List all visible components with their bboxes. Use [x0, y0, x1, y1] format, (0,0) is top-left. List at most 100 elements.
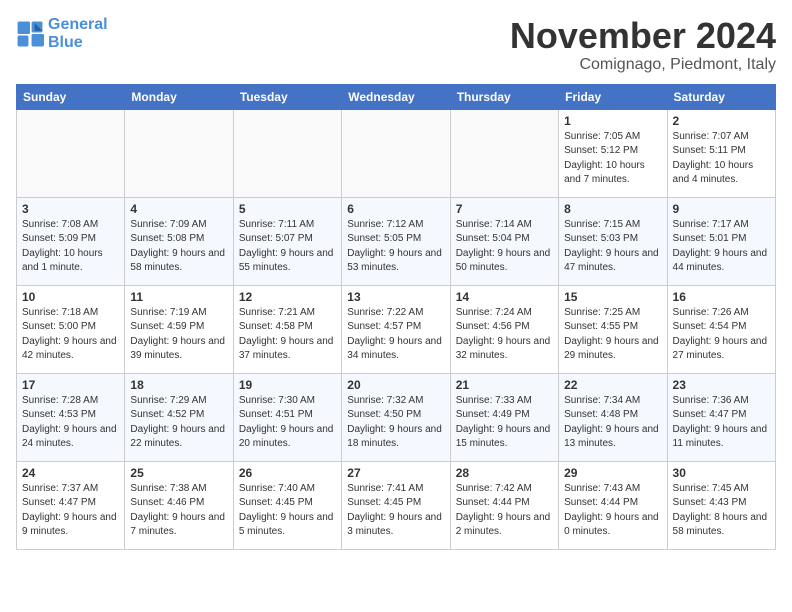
calendar-cell: 26 Sunrise: 7:40 AM Sunset: 4:45 PM Dayli…	[233, 461, 341, 549]
calendar-week-row: 1Sunrise: 7:05 AM Sunset: 5:12 PM Daylig…	[17, 109, 776, 197]
calendar-cell: 29 Sunrise: 7:43 AM Sunset: 4:44 PM Dayli…	[559, 461, 667, 549]
calendar-cell: 4Sunrise: 7:09 AM Sunset: 5:08 PM Daylig…	[125, 197, 233, 285]
day-info: Sunrise: 7:12 AM Sunset: 5:05 PM Dayligh…	[347, 218, 444, 276]
page-header: General Blue November 2024 Comignago, Pi…	[16, 16, 776, 74]
day-number: 14	[456, 290, 553, 304]
day-info: Sunrise: 7:26 AM Sunset: 4:54 PM Dayligh…	[673, 306, 770, 364]
day-info: Sunrise: 7:08 AM Sunset: 5:09 PM Dayligh…	[22, 218, 119, 276]
day-of-week-header: Saturday	[667, 84, 775, 109]
day-number: 12	[239, 290, 336, 304]
calendar-cell	[450, 109, 558, 197]
calendar-cell	[17, 109, 125, 197]
calendar-cell: 25 Sunrise: 7:38 AM Sunset: 4:46 PM Dayli…	[125, 461, 233, 549]
day-info: Sunrise: 7:43 AM Sunset: 4:44 PM Dayligh…	[564, 482, 661, 540]
day-info: Sunrise: 7:45 AM Sunset: 4:43 PM Dayligh…	[673, 482, 770, 540]
day-info: Sunrise: 7:33 AM Sunset: 4:49 PM Dayligh…	[456, 394, 553, 452]
logo-icon	[16, 20, 44, 48]
calendar-cell: 30 Sunrise: 7:45 AM Sunset: 4:43 PM Dayli…	[667, 461, 775, 549]
calendar-cell: 3Sunrise: 7:08 AM Sunset: 5:09 PM Daylig…	[17, 197, 125, 285]
calendar-cell: 8 Sunrise: 7:15 AM Sunset: 5:03 PM Daylig…	[559, 197, 667, 285]
day-number: 9	[673, 202, 770, 216]
day-number: 5	[239, 202, 336, 216]
calendar-cell: 15 Sunrise: 7:25 AM Sunset: 4:55 PM Dayli…	[559, 285, 667, 373]
day-info: Sunrise: 7:22 AM Sunset: 4:57 PM Dayligh…	[347, 306, 444, 364]
day-info: Sunrise: 7:41 AM Sunset: 4:45 PM Dayligh…	[347, 482, 444, 540]
month-title: November 2024	[510, 16, 776, 56]
calendar-cell: 18 Sunrise: 7:29 AM Sunset: 4:52 PM Dayli…	[125, 373, 233, 461]
day-number: 23	[673, 378, 770, 392]
calendar-header-row: SundayMondayTuesdayWednesdayThursdayFrid…	[17, 84, 776, 109]
day-number: 6	[347, 202, 444, 216]
day-info: Sunrise: 7:21 AM Sunset: 4:58 PM Dayligh…	[239, 306, 336, 364]
day-number: 25	[130, 466, 227, 480]
day-number: 7	[456, 202, 553, 216]
calendar-cell: 7 Sunrise: 7:14 AM Sunset: 5:04 PM Daylig…	[450, 197, 558, 285]
calendar-cell	[125, 109, 233, 197]
calendar-week-row: 17Sunrise: 7:28 AM Sunset: 4:53 PM Dayli…	[17, 373, 776, 461]
calendar-cell: 17Sunrise: 7:28 AM Sunset: 4:53 PM Dayli…	[17, 373, 125, 461]
location: Comignago, Piedmont, Italy	[510, 56, 776, 74]
day-number: 30	[673, 466, 770, 480]
day-of-week-header: Friday	[559, 84, 667, 109]
calendar-cell	[233, 109, 341, 197]
logo-general: General	[48, 16, 108, 33]
day-number: 8	[564, 202, 661, 216]
day-number: 20	[347, 378, 444, 392]
day-info: Sunrise: 7:40 AM Sunset: 4:45 PM Dayligh…	[239, 482, 336, 540]
calendar-table: SundayMondayTuesdayWednesdayThursdayFrid…	[16, 84, 776, 550]
day-info: Sunrise: 7:14 AM Sunset: 5:04 PM Dayligh…	[456, 218, 553, 276]
day-info: Sunrise: 7:24 AM Sunset: 4:56 PM Dayligh…	[456, 306, 553, 364]
calendar-cell: 12 Sunrise: 7:21 AM Sunset: 4:58 PM Dayli…	[233, 285, 341, 373]
day-number: 22	[564, 378, 661, 392]
day-number: 13	[347, 290, 444, 304]
day-info: Sunrise: 7:30 AM Sunset: 4:51 PM Dayligh…	[239, 394, 336, 452]
day-number: 21	[456, 378, 553, 392]
calendar-cell: 27 Sunrise: 7:41 AM Sunset: 4:45 PM Dayli…	[342, 461, 450, 549]
day-number: 18	[130, 378, 227, 392]
day-of-week-header: Thursday	[450, 84, 558, 109]
day-info: Sunrise: 7:34 AM Sunset: 4:48 PM Dayligh…	[564, 394, 661, 452]
day-of-week-header: Sunday	[17, 84, 125, 109]
calendar-cell: 19Sunrise: 7:30 AM Sunset: 4:51 PM Dayli…	[233, 373, 341, 461]
calendar-week-row: 24Sunrise: 7:37 AM Sunset: 4:47 PM Dayli…	[17, 461, 776, 549]
day-info: Sunrise: 7:17 AM Sunset: 5:01 PM Dayligh…	[673, 218, 770, 276]
day-number: 26	[239, 466, 336, 480]
day-of-week-header: Tuesday	[233, 84, 341, 109]
calendar-cell	[342, 109, 450, 197]
day-info: Sunrise: 7:37 AM Sunset: 4:47 PM Dayligh…	[22, 482, 119, 540]
day-info: Sunrise: 7:15 AM Sunset: 5:03 PM Dayligh…	[564, 218, 661, 276]
day-info: Sunrise: 7:38 AM Sunset: 4:46 PM Dayligh…	[130, 482, 227, 540]
day-info: Sunrise: 7:36 AM Sunset: 4:47 PM Dayligh…	[673, 394, 770, 452]
day-info: Sunrise: 7:25 AM Sunset: 4:55 PM Dayligh…	[564, 306, 661, 364]
day-info: Sunrise: 7:05 AM Sunset: 5:12 PM Dayligh…	[564, 130, 661, 188]
day-info: Sunrise: 7:18 AM Sunset: 5:00 PM Dayligh…	[22, 306, 119, 364]
day-info: Sunrise: 7:07 AM Sunset: 5:11 PM Dayligh…	[673, 130, 770, 188]
day-of-week-header: Monday	[125, 84, 233, 109]
day-number: 15	[564, 290, 661, 304]
day-number: 29	[564, 466, 661, 480]
day-number: 28	[456, 466, 553, 480]
calendar-cell: 1Sunrise: 7:05 AM Sunset: 5:12 PM Daylig…	[559, 109, 667, 197]
day-number: 4	[130, 202, 227, 216]
logo: General Blue	[16, 16, 108, 52]
day-info: Sunrise: 7:42 AM Sunset: 4:44 PM Dayligh…	[456, 482, 553, 540]
day-info: Sunrise: 7:19 AM Sunset: 4:59 PM Dayligh…	[130, 306, 227, 364]
logo-text: General Blue	[48, 16, 108, 52]
calendar-cell: 22 Sunrise: 7:34 AM Sunset: 4:48 PM Dayli…	[559, 373, 667, 461]
day-info: Sunrise: 7:32 AM Sunset: 4:50 PM Dayligh…	[347, 394, 444, 452]
day-number: 2	[673, 114, 770, 128]
calendar-cell: 10 Sunrise: 7:18 AM Sunset: 5:00 PM Dayli…	[17, 285, 125, 373]
calendar-cell: 20 Sunrise: 7:32 AM Sunset: 4:50 PM Dayli…	[342, 373, 450, 461]
calendar-cell: 2 Sunrise: 7:07 AM Sunset: 5:11 PM Daylig…	[667, 109, 775, 197]
calendar-cell: 6 Sunrise: 7:12 AM Sunset: 5:05 PM Daylig…	[342, 197, 450, 285]
calendar-cell: 13 Sunrise: 7:22 AM Sunset: 4:57 PM Dayli…	[342, 285, 450, 373]
calendar-cell: 14 Sunrise: 7:24 AM Sunset: 4:56 PM Dayli…	[450, 285, 558, 373]
day-info: Sunrise: 7:29 AM Sunset: 4:52 PM Dayligh…	[130, 394, 227, 452]
day-number: 27	[347, 466, 444, 480]
day-number: 10	[22, 290, 119, 304]
calendar-cell: 5Sunrise: 7:11 AM Sunset: 5:07 PM Daylig…	[233, 197, 341, 285]
day-number: 11	[130, 290, 227, 304]
day-number: 16	[673, 290, 770, 304]
logo-blue: Blue	[48, 34, 83, 51]
day-of-week-header: Wednesday	[342, 84, 450, 109]
